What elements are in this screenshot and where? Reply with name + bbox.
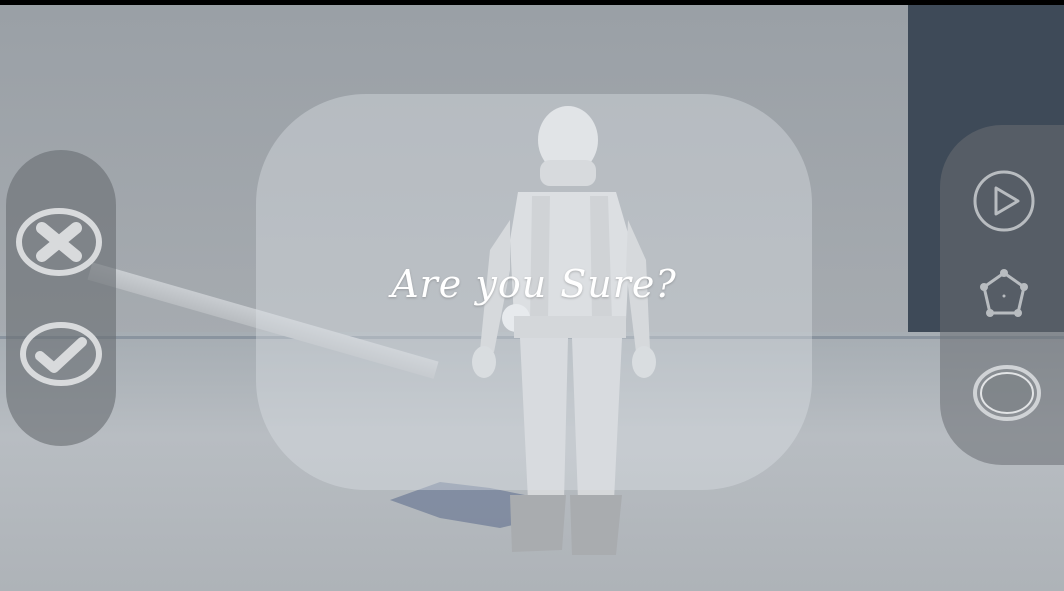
play-button[interactable]: [972, 169, 1036, 233]
dialog-message: Are you Sure?: [391, 262, 677, 306]
right-control-panel: [940, 125, 1064, 465]
close-icon: [16, 208, 102, 276]
circle-button-icon: [973, 365, 1041, 421]
pentagon-button[interactable]: [978, 267, 1030, 323]
game-scene: Are you Sure?: [0, 0, 1064, 591]
cancel-button[interactable]: [14, 206, 104, 278]
confirm-button[interactable]: [18, 320, 104, 388]
confirm-dialog: Are you Sure?: [256, 94, 812, 490]
circle-button[interactable]: [972, 363, 1042, 423]
play-icon: [973, 170, 1035, 232]
check-icon: [20, 322, 102, 386]
pentagon-icon: [980, 269, 1028, 317]
left-control-panel: [6, 150, 116, 446]
